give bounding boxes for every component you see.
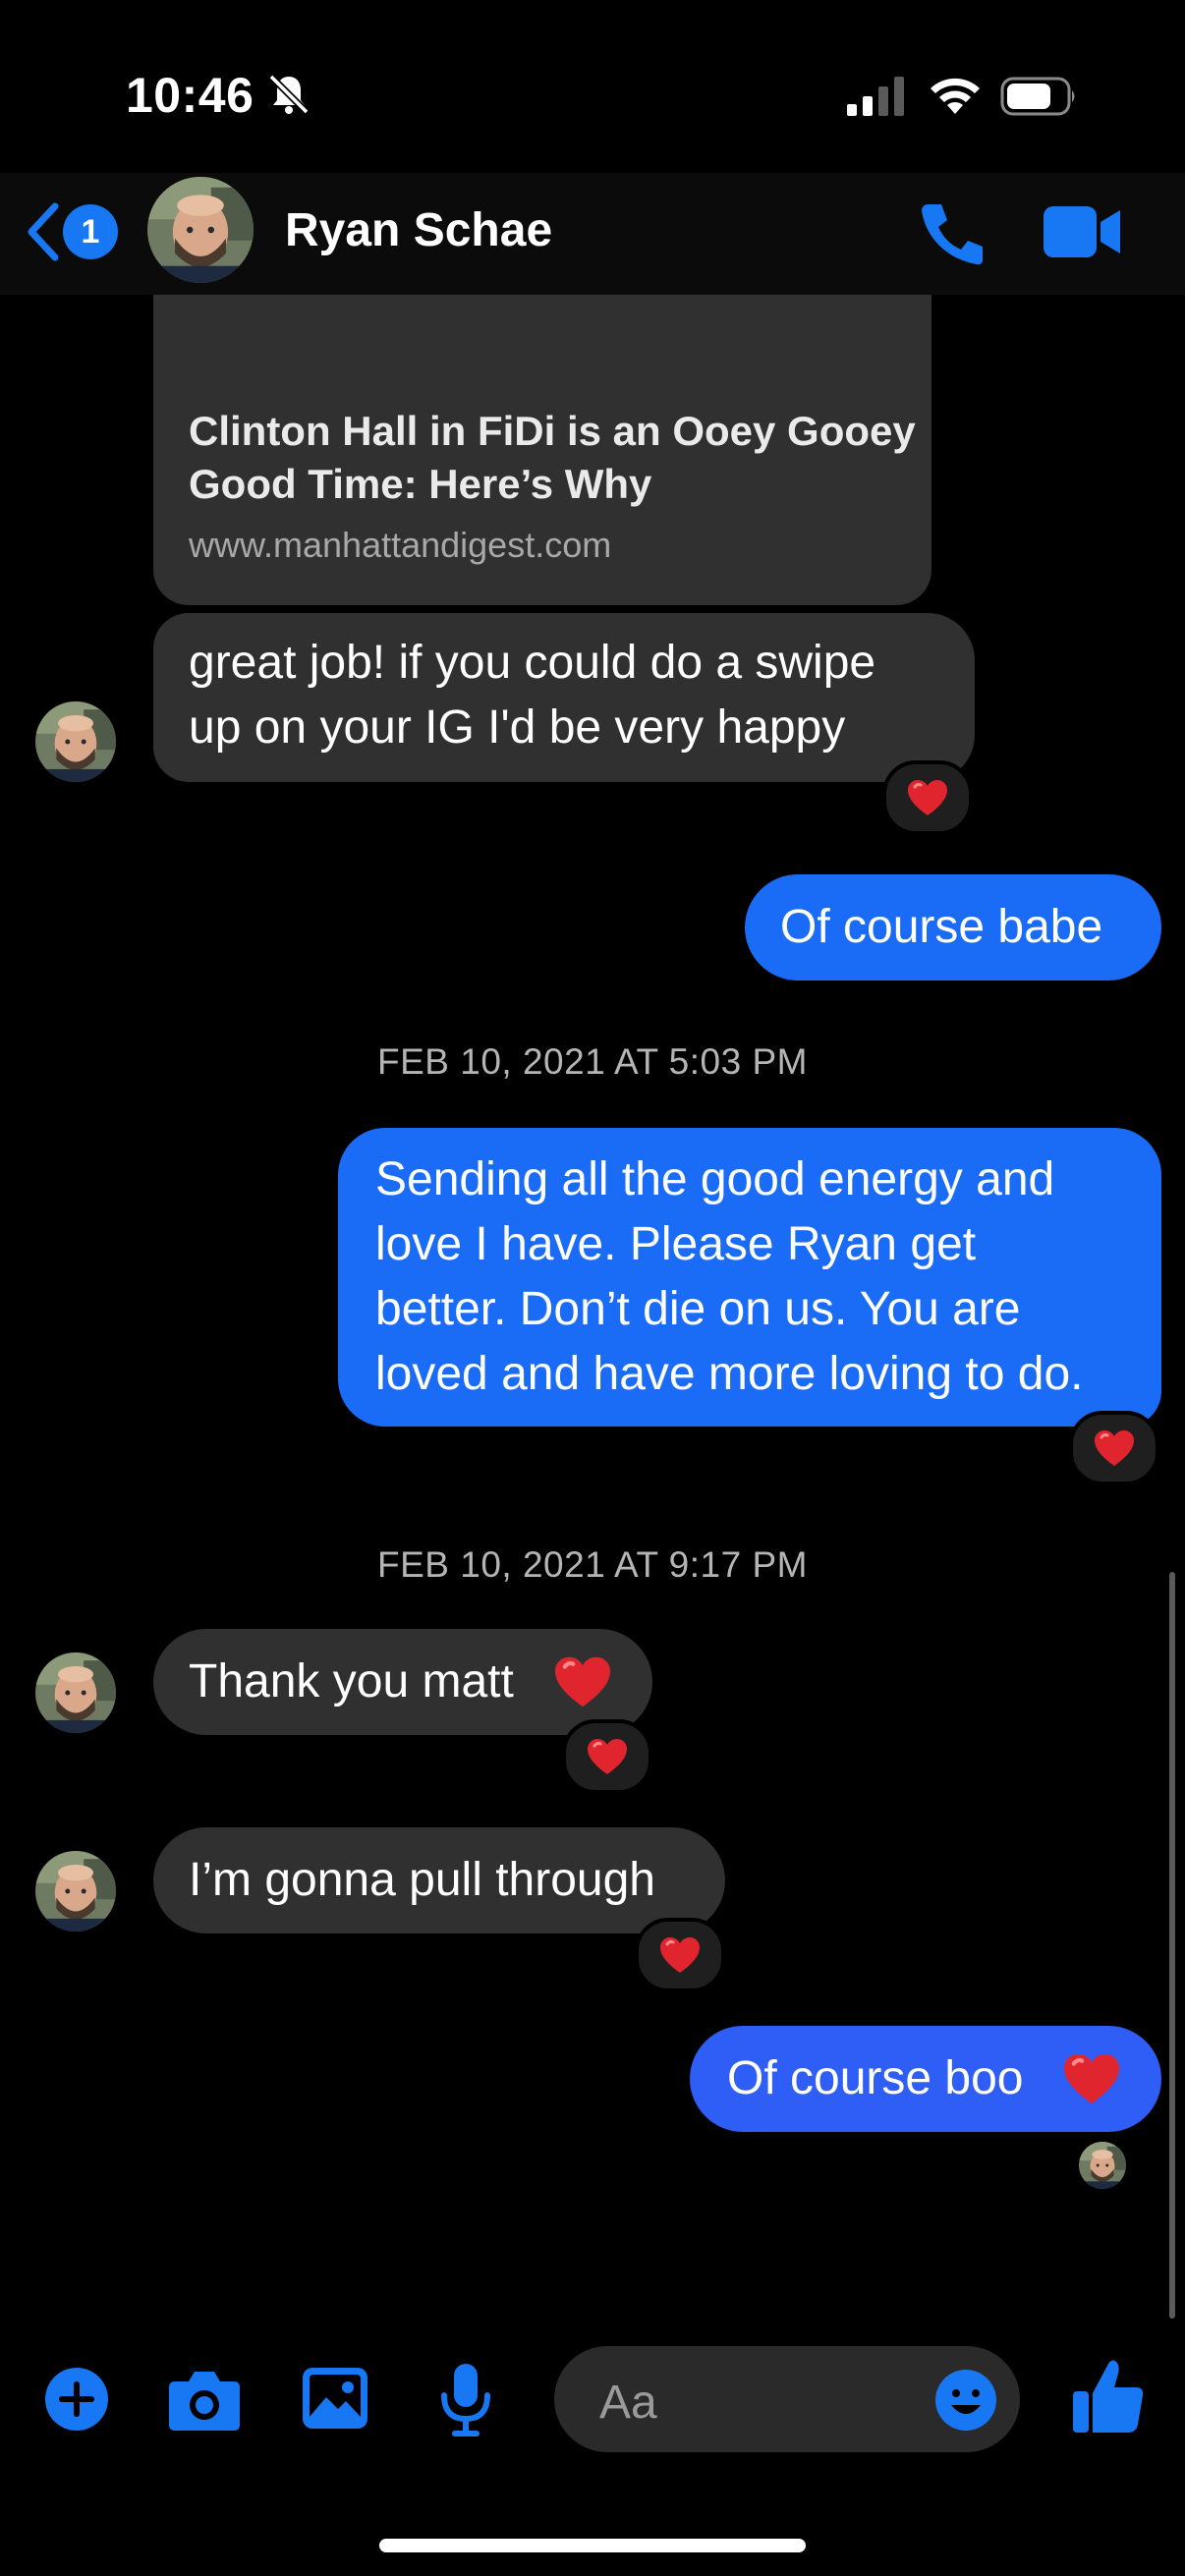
reaction-badge[interactable] bbox=[882, 760, 973, 835]
reaction-badge[interactable] bbox=[1069, 1411, 1159, 1485]
message-text-line: great job! if you could do a swipe bbox=[189, 637, 876, 689]
status-time: 10:46 bbox=[126, 68, 254, 123]
message-text: Of course babe bbox=[780, 901, 1103, 953]
plus-icon[interactable] bbox=[43, 2366, 110, 2433]
unread-count-badge[interactable]: 1 bbox=[63, 204, 118, 259]
camera-icon[interactable] bbox=[167, 2368, 242, 2433]
link-preview-domain: www.manhattandigest.com bbox=[189, 525, 612, 565]
wifi-icon bbox=[931, 78, 980, 114]
timestamp-divider: FEB 10, 2021 AT 9:17 PM bbox=[377, 1544, 808, 1585]
message-input-placeholder: Aa bbox=[599, 2377, 657, 2429]
heart-icon bbox=[586, 1737, 629, 1776]
message-text-line: loved and have more loving to do. bbox=[375, 1348, 1084, 1400]
heart-icon bbox=[1061, 2051, 1122, 2106]
message-text: Thank you matt bbox=[189, 1655, 514, 1708]
reaction-badge[interactable] bbox=[635, 1918, 725, 1992]
thumbs-up-icon[interactable] bbox=[1071, 2358, 1146, 2435]
message-text: I’m gonna pull through bbox=[189, 1854, 655, 1906]
photo-icon[interactable] bbox=[301, 2366, 369, 2431]
message-text-line: Sending all the good energy and bbox=[375, 1153, 1055, 1205]
signal-icon bbox=[847, 77, 904, 116]
message-text-line: up on your IG I'd be very happy bbox=[189, 701, 846, 754]
video-camera-icon[interactable] bbox=[1042, 202, 1122, 261]
home-indicator[interactable] bbox=[379, 2539, 806, 2552]
message-text: Of course boo bbox=[727, 2052, 1024, 2104]
message-text-line: better. Don’t die on us. You are bbox=[375, 1283, 1021, 1335]
seen-avatar bbox=[1079, 2142, 1126, 2189]
link-preview-title[interactable]: Clinton Hall in FiDi is an Ooey Gooey Go… bbox=[189, 405, 916, 511]
message-text-line: love I have. Please Ryan get bbox=[375, 1218, 977, 1270]
timestamp-divider: FEB 10, 2021 AT 5:03 PM bbox=[377, 1041, 808, 1082]
reaction-badge[interactable] bbox=[562, 1719, 652, 1794]
emoji-icon[interactable] bbox=[933, 2368, 998, 2433]
contact-avatar[interactable] bbox=[147, 177, 254, 283]
bell-slash-icon bbox=[268, 74, 310, 115]
back-chevron-icon[interactable] bbox=[24, 200, 63, 263]
contact-name[interactable]: Ryan Schae bbox=[285, 203, 552, 257]
contact-avatar[interactable] bbox=[35, 1652, 116, 1733]
contact-avatar[interactable] bbox=[35, 701, 116, 782]
heart-icon bbox=[658, 1935, 702, 1975]
microphone-icon[interactable] bbox=[438, 2362, 493, 2438]
contact-avatar[interactable] bbox=[35, 1851, 116, 1932]
battery-icon bbox=[1000, 77, 1075, 116]
heart-icon bbox=[552, 1654, 613, 1709]
phone-icon[interactable] bbox=[918, 200, 987, 265]
scroll-indicator[interactable] bbox=[1169, 1572, 1175, 2319]
heart-icon bbox=[1093, 1428, 1136, 1468]
heart-icon bbox=[906, 778, 949, 817]
